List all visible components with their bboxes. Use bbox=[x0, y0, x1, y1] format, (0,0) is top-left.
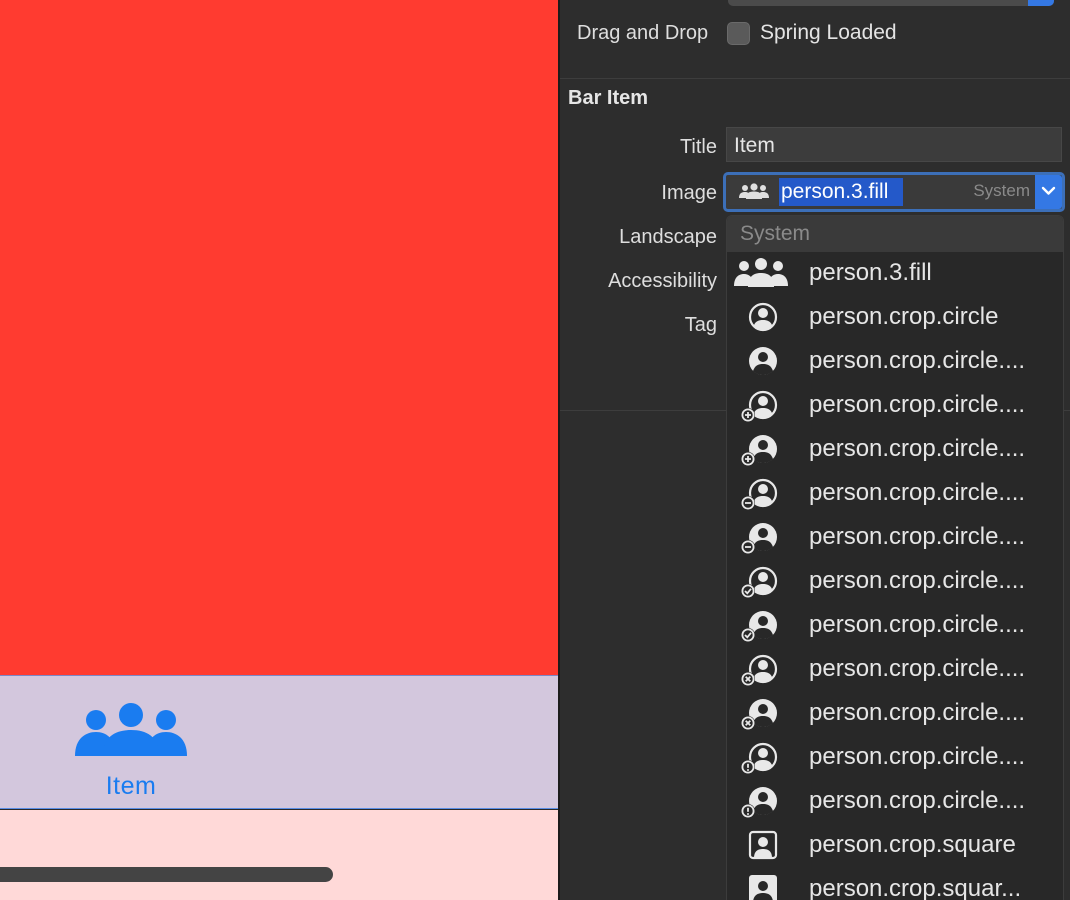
popup-option-label: person.crop.circle bbox=[809, 303, 999, 330]
landscape-label: Landscape bbox=[619, 226, 717, 248]
tag-label: Tag bbox=[684, 314, 717, 336]
person-crop-circle-fill-badge-exclamation-icon bbox=[741, 787, 777, 818]
home-indicator bbox=[0, 867, 333, 882]
popup-option-label: person.crop.square bbox=[809, 831, 1016, 858]
section-divider bbox=[560, 78, 1070, 79]
popup-option[interactable]: person.crop.circle.... bbox=[727, 340, 1063, 384]
person-3-fill-icon bbox=[75, 703, 187, 756]
tab-bar-item-title: Item bbox=[105, 772, 157, 800]
person-crop-circle-badge-exclamation-icon bbox=[741, 742, 778, 774]
popup-option-label: person.crop.circle.... bbox=[809, 523, 1026, 550]
popup-button[interactable] bbox=[728, 0, 1054, 6]
popup-option[interactable]: person.crop.circle.... bbox=[727, 472, 1063, 516]
person-crop-circle-fill-badge-checkmark-icon bbox=[741, 611, 777, 642]
title-field[interactable]: Item bbox=[726, 127, 1062, 162]
storyboard-canvas: Item bbox=[0, 0, 558, 900]
tab-bar-item[interactable]: Item bbox=[70, 700, 192, 810]
popup-option-label: person.crop.circle.... bbox=[809, 743, 1026, 770]
person-crop-circle-badge-checkmark-icon bbox=[741, 566, 778, 598]
popup-option[interactable]: person.3.fill bbox=[727, 252, 1063, 296]
attributes-inspector: Drag and Drop Spring Loaded Bar Item Tit… bbox=[560, 0, 1070, 900]
popup-option[interactable]: person.crop.circle.... bbox=[727, 780, 1063, 824]
person-crop-square-icon bbox=[748, 830, 778, 860]
popup-option-label: person.crop.circle.... bbox=[809, 655, 1026, 682]
safe-area-bottom bbox=[0, 810, 558, 900]
spring-loaded-checkbox[interactable] bbox=[727, 22, 750, 45]
person-crop-circle-badge-minus-icon bbox=[741, 478, 778, 510]
popup-option-label: person.crop.circle.... bbox=[809, 699, 1026, 726]
drag-drop-label: Drag and Drop bbox=[577, 22, 709, 44]
image-source-badge: System bbox=[973, 181, 1030, 200]
popup-section-header: System bbox=[727, 216, 1063, 252]
person-crop-circle-fill-badge-plus-icon bbox=[741, 435, 777, 466]
image-suggestions-popup[interactable]: System person.3.fill person.crop.circle … bbox=[726, 215, 1064, 900]
popup-option-label: person.crop.circle.... bbox=[809, 567, 1026, 594]
image-field-value[interactable]: person.3.fill bbox=[779, 178, 903, 206]
popup-option[interactable]: person.crop.circle bbox=[727, 296, 1063, 340]
spring-loaded-label[interactable]: Spring Loaded bbox=[760, 21, 897, 45]
popup-option[interactable]: person.crop.squar... bbox=[727, 868, 1063, 900]
chevron-down-icon bbox=[1041, 186, 1056, 195]
popup-option[interactable]: person.crop.square bbox=[727, 824, 1063, 868]
popup-option[interactable]: person.crop.circle.... bbox=[727, 604, 1063, 648]
popup-option-label: person.crop.circle.... bbox=[809, 787, 1026, 814]
popup-option-label: person.crop.squar... bbox=[809, 875, 1022, 900]
title-label: Title bbox=[679, 136, 717, 158]
person-3-fill-icon bbox=[730, 179, 778, 205]
popup-option-label: person.3.fill bbox=[809, 259, 932, 286]
person-3-fill-icon bbox=[734, 258, 788, 287]
image-label: Image bbox=[661, 182, 717, 204]
person-crop-circle-badge-xmark-icon bbox=[741, 654, 778, 686]
person-crop-circle-badge-plus-icon bbox=[741, 390, 778, 422]
person-crop-square-fill-icon bbox=[749, 875, 777, 900]
view-controller-background[interactable] bbox=[0, 0, 558, 675]
person-crop-circle-fill-badge-xmark-icon bbox=[741, 699, 777, 730]
popup-option[interactable]: person.crop.circle.... bbox=[727, 648, 1063, 692]
popup-option[interactable]: person.crop.circle.... bbox=[727, 736, 1063, 780]
popup-option-label: person.crop.circle.... bbox=[809, 391, 1026, 418]
popup-option[interactable]: person.crop.circle.... bbox=[727, 692, 1063, 736]
popup-option[interactable]: person.crop.circle.... bbox=[727, 516, 1063, 560]
popup-option[interactable]: person.crop.circle.... bbox=[727, 428, 1063, 472]
popup-option-label: person.crop.circle.... bbox=[809, 479, 1026, 506]
section-title: Bar Item bbox=[568, 87, 649, 109]
person-crop-circle-icon bbox=[748, 302, 778, 332]
popup-option-label: person.crop.circle.... bbox=[809, 435, 1026, 462]
tab-bar[interactable]: Item bbox=[0, 675, 558, 809]
popup-option[interactable]: person.crop.circle.... bbox=[727, 384, 1063, 428]
image-combo-box[interactable]: person.3.fill System bbox=[723, 172, 1065, 212]
person-crop-circle-fill-badge-minus-icon bbox=[741, 523, 777, 554]
popup-option-label: person.crop.circle.... bbox=[809, 611, 1026, 638]
popup-option-label: person.crop.circle.... bbox=[809, 347, 1026, 374]
accessibility-label: Accessibility bbox=[608, 270, 717, 292]
image-dropdown-button[interactable] bbox=[1035, 175, 1062, 209]
person-crop-circle-fill-icon bbox=[749, 347, 777, 375]
popup-option[interactable]: person.crop.circle.... bbox=[727, 560, 1063, 604]
